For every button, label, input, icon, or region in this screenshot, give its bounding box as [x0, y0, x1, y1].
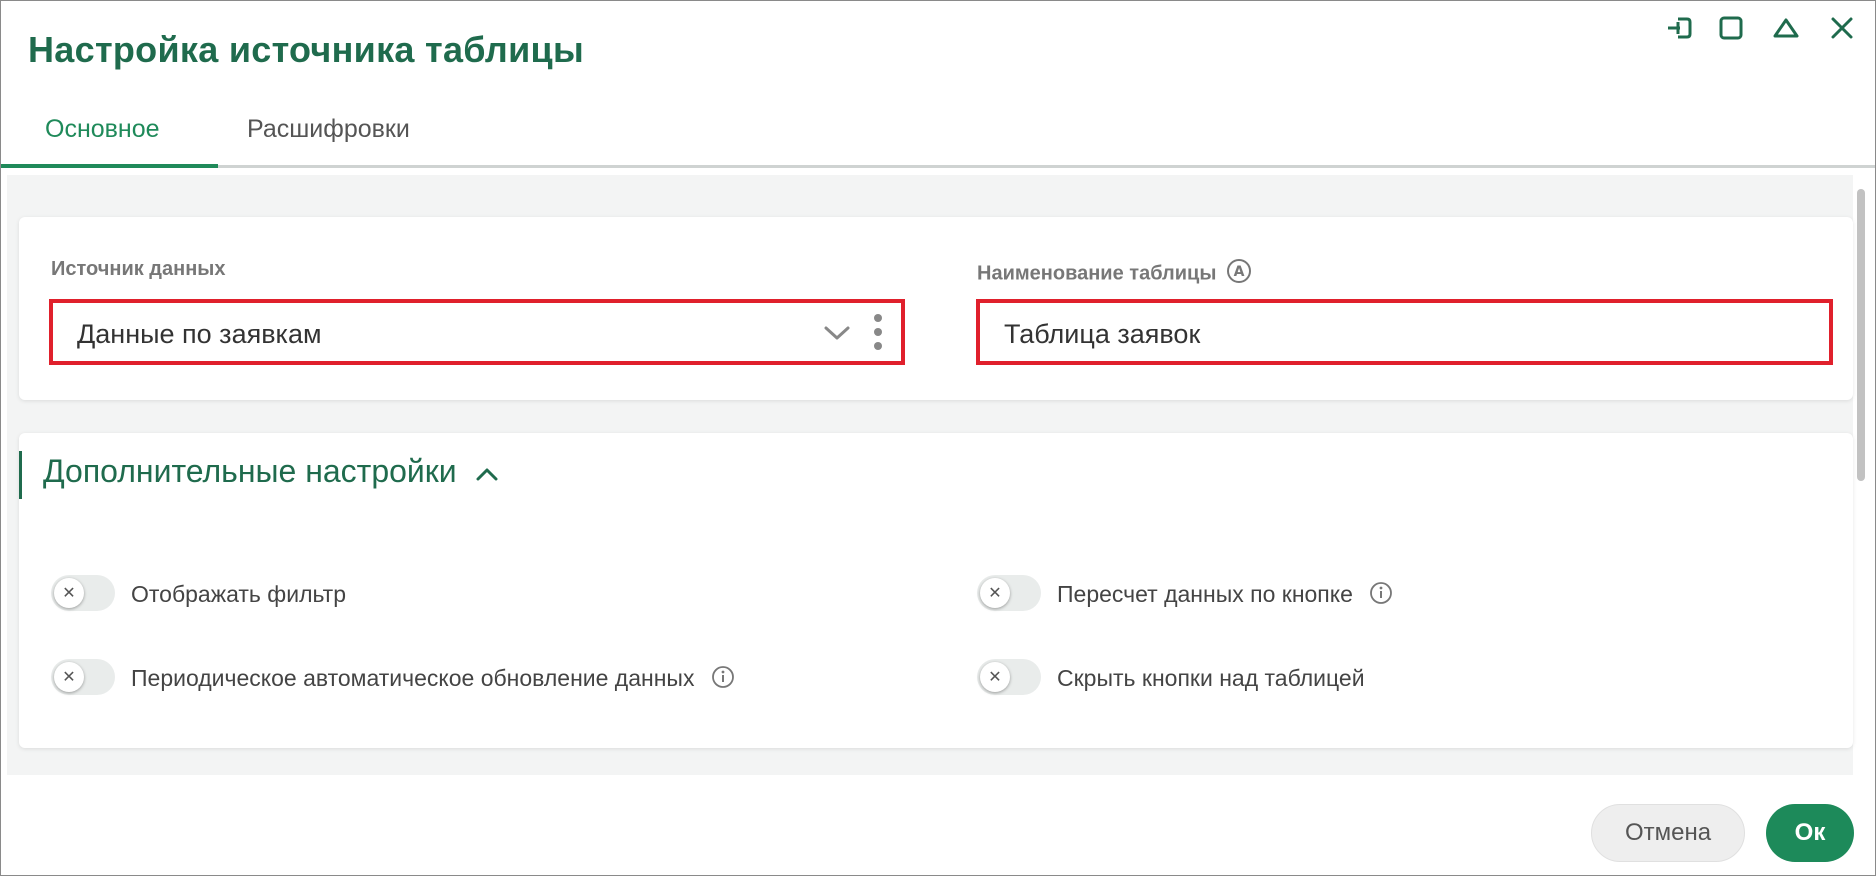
chevron-down-icon[interactable] [823, 321, 851, 350]
exit-icon[interactable] [1663, 11, 1697, 45]
active-tab-indicator [1, 164, 218, 168]
settings-dialog: Настройка источника таблицы Основное Рас… [0, 0, 1876, 876]
table-name-label: Наименование таблицы A [977, 258, 1252, 290]
recalc-by-button-label: Пересчет данных по кнопке [1057, 581, 1353, 608]
main-fields-card: Источник данных Данные по заявкам Наимен… [19, 217, 1853, 400]
ok-button[interactable]: Ок [1766, 804, 1854, 862]
tabs-divider [1, 165, 1875, 168]
tab-main[interactable]: Основное [45, 115, 160, 144]
svg-text:A: A [1234, 264, 1245, 280]
cancel-button[interactable]: Отмена [1591, 804, 1745, 862]
advanced-settings-title: Дополнительные настройки [43, 453, 457, 489]
table-name-value: Таблица заявок [1004, 319, 1201, 349]
chevron-up-icon [474, 455, 500, 492]
more-vertical-icon[interactable] [873, 313, 883, 358]
data-source-select[interactable]: Данные по заявкам [49, 299, 905, 365]
show-filter-label: Отображать фильтр [131, 581, 346, 607]
info-icon[interactable] [1369, 581, 1393, 611]
advanced-settings-toggle[interactable]: Дополнительные настройки [43, 453, 500, 492]
auto-refresh-label: Периодическое автоматическое обновление … [131, 665, 695, 692]
info-icon[interactable] [711, 665, 735, 695]
hide-buttons-toggle[interactable]: ✕ [977, 659, 1041, 695]
auto-letter-icon[interactable]: A [1226, 258, 1252, 290]
table-name-input[interactable]: Таблица заявок [976, 299, 1833, 365]
advanced-settings-card: Дополнительные настройки ✕ Отображать фи… [19, 433, 1853, 748]
close-icon[interactable] [1825, 11, 1859, 45]
section-accent-bar [19, 451, 22, 499]
table-name-label-text: Наименование таблицы [977, 262, 1217, 285]
collapse-icon[interactable] [1769, 11, 1803, 45]
data-source-label: Источник данных [51, 258, 226, 280]
toggle-off-icon: ✕ [980, 578, 1010, 608]
toggle-off-icon: ✕ [54, 662, 84, 692]
auto-refresh-toggle[interactable]: ✕ [51, 659, 115, 695]
maximize-icon[interactable] [1714, 11, 1748, 45]
tab-bar: Основное Расшифровки [1, 97, 1875, 168]
auto-refresh-label-wrap: Периодическое автоматическое обновление … [131, 665, 735, 695]
show-filter-toggle[interactable]: ✕ [51, 575, 115, 611]
hide-buttons-label: Скрыть кнопки над таблицей [1057, 665, 1365, 691]
toggle-off-icon: ✕ [54, 578, 84, 608]
recalc-by-button-toggle[interactable]: ✕ [977, 575, 1041, 611]
dialog-title: Настройка источника таблицы [28, 29, 585, 70]
toggle-off-icon: ✕ [980, 662, 1010, 692]
data-source-value: Данные по заявкам [77, 319, 322, 349]
recalc-by-button-label-wrap: Пересчет данных по кнопке [1057, 581, 1393, 611]
tab-drilldowns[interactable]: Расшифровки [247, 115, 410, 144]
vertical-scrollbar[interactable] [1857, 189, 1865, 481]
